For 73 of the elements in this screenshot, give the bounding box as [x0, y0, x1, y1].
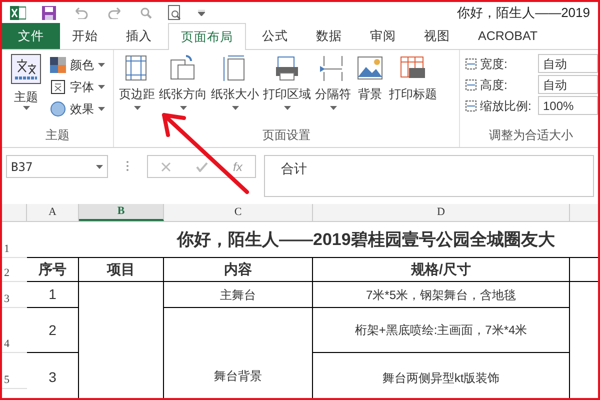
- group-label: 页面设置: [262, 127, 312, 144]
- caret-icon: [98, 84, 105, 88]
- header-cell: 规格/尺寸: [313, 258, 570, 281]
- caret-icon: [22, 106, 30, 110]
- scale-input-field[interactable]: 自动: [538, 54, 598, 73]
- themes-button[interactable]: 主题: [6, 54, 46, 126]
- customize-caret-icon[interactable]: [198, 10, 205, 16]
- background-button[interactable]: 背景: [354, 53, 386, 126]
- row-header[interactable]: 4: [2, 308, 27, 353]
- header-cell: 内容: [164, 258, 313, 281]
- table-cell: 3: [27, 353, 79, 398]
- window-title: 你好，陌生人——2019: [457, 4, 590, 22]
- ribbon-tab[interactable]: ACROBAT: [466, 23, 550, 49]
- caret-icon: [98, 106, 105, 110]
- table-cell: 主舞台: [164, 282, 313, 308]
- titles-button[interactable]: 打印标题: [388, 53, 438, 126]
- ribbon-tab[interactable]: 审阅: [358, 23, 408, 49]
- theme-option-button[interactable]: 字体: [50, 77, 105, 96]
- effects-icon: [50, 100, 66, 116]
- margins-button[interactable]: 页边距: [118, 53, 156, 126]
- sheet-title-cell: 你好，陌生人——2019碧桂园壹号公园全城圈友大: [27, 222, 598, 258]
- scale-icon: [464, 98, 478, 112]
- table-cell-text: 舞台背景: [214, 368, 262, 384]
- table-cell: 7米*5米，钢架舞台，含地毯: [313, 282, 570, 308]
- file-tab[interactable]: 文件: [2, 23, 60, 49]
- scale-input-field[interactable]: 100%: [538, 96, 598, 115]
- group-label: 主题: [44, 127, 70, 144]
- themes-icon: [11, 54, 41, 84]
- area-button[interactable]: 打印区域: [262, 53, 312, 126]
- breaks-button[interactable]: 分隔符: [314, 53, 352, 126]
- orientation-button[interactable]: 纸张方向: [158, 53, 208, 126]
- caret-icon: [96, 164, 103, 168]
- header-cell: 项目: [79, 258, 164, 281]
- ribbon-tab[interactable]: 视图: [412, 23, 462, 49]
- check-icon[interactable]: [196, 162, 208, 172]
- table-cell: 2: [27, 308, 79, 353]
- caret-icon: [98, 62, 105, 66]
- spreadsheet-logo-icon[interactable]: [10, 4, 26, 20]
- table-cell: 1: [27, 282, 79, 308]
- height-icon: [464, 78, 478, 92]
- width-icon: [464, 56, 478, 70]
- ribbon-tab[interactable]: 数据: [304, 23, 354, 49]
- print-preview-icon[interactable]: [168, 4, 182, 20]
- name-box[interactable]: B37: [6, 155, 108, 178]
- table-cell: 舞台两侧异型kt版装饰: [313, 353, 570, 398]
- column-header[interactable]: D: [313, 204, 570, 221]
- size-button[interactable]: 纸张大小: [210, 53, 260, 126]
- font-icon: [50, 78, 66, 94]
- ribbon-tab[interactable]: 公式: [250, 23, 300, 49]
- more-icon: [126, 160, 129, 172]
- header-cell: 序号: [27, 258, 79, 281]
- column-header[interactable]: B: [79, 204, 164, 221]
- row-header[interactable]: 1: [2, 222, 27, 258]
- theme-option-button[interactable]: 效果: [50, 99, 105, 118]
- row-header[interactable]: 5: [2, 353, 27, 389]
- color-palette-icon: [50, 56, 66, 72]
- ribbon-tab[interactable]: 插入: [114, 23, 164, 49]
- search-icon[interactable]: [140, 6, 152, 18]
- scale-input-field[interactable]: 自动: [538, 75, 598, 94]
- save-icon[interactable]: [42, 6, 56, 20]
- ribbon-tab[interactable]: 开始: [60, 23, 110, 49]
- group-label: 调整为合适大小: [488, 127, 574, 144]
- row-header[interactable]: 3: [2, 282, 27, 308]
- field-label: 宽度:: [480, 56, 508, 72]
- cancel-icon[interactable]: [160, 162, 171, 172]
- field-label: 高度:: [480, 76, 508, 94]
- row-header[interactable]: 2: [2, 258, 27, 282]
- table-cell: 桁架+黑底喷绘:主画面，7米*4米: [313, 308, 570, 353]
- field-label: 缩放比例:: [480, 98, 532, 114]
- formula-input-field[interactable]: 合计: [264, 155, 594, 197]
- theme-option-button[interactable]: 颜色: [50, 55, 105, 74]
- column-header[interactable]: C: [164, 204, 313, 221]
- ribbon-tab[interactable]: 页面布局: [168, 23, 246, 50]
